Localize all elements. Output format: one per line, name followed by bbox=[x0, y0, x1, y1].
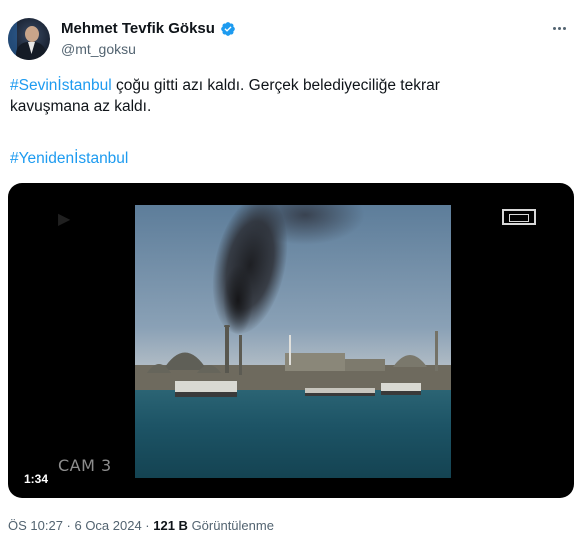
author-handle[interactable]: @mt_goksu bbox=[61, 41, 136, 57]
tweet-timestamp[interactable]: ÖS 10:27 · 6 Oca 2024 · bbox=[8, 518, 153, 533]
ferry bbox=[305, 388, 375, 396]
tweet-meta: ÖS 10:27 · 6 Oca 2024 · 121 B Görüntülen… bbox=[8, 518, 274, 533]
cam-overlay-faint: ▶ bbox=[58, 211, 71, 228]
hashtag-link[interactable]: #Sevinİstanbul bbox=[10, 77, 112, 94]
video-duration-badge: 1:34 bbox=[18, 470, 55, 488]
more-options-icon[interactable] bbox=[547, 18, 571, 38]
ferry bbox=[381, 383, 421, 395]
author-display-name[interactable]: Mehmet Tevfik Göksu bbox=[61, 20, 215, 37]
tweet-text: #Sevinİstanbul çoğu gitti azı kaldı. Ger… bbox=[10, 75, 570, 117]
water bbox=[135, 390, 451, 478]
author-name-row: Mehmet Tevfik Göksu bbox=[61, 20, 236, 37]
tweet-text-line2: kavuşmana az kaldı. bbox=[10, 98, 152, 115]
view-label: Görüntülenme bbox=[187, 518, 274, 533]
video-player[interactable]: ▶ CAM 3 1:34 bbox=[8, 183, 574, 498]
view-count: 121 B bbox=[153, 518, 188, 533]
hashtag-link[interactable]: #Yenidenİstanbul bbox=[10, 150, 128, 167]
cam-label: CAM 3 bbox=[58, 456, 112, 475]
video-frame bbox=[135, 205, 451, 478]
tweet-header: Mehmet Tevfik Göksu @mt_goksu bbox=[8, 16, 579, 62]
avatar[interactable] bbox=[8, 18, 50, 60]
verified-badge-icon bbox=[221, 21, 235, 36]
rec-frame-icon bbox=[502, 209, 536, 225]
tweet-text-line1: çoğu gitti azı kaldı. Gerçek belediyecil… bbox=[111, 77, 440, 94]
ferry bbox=[175, 381, 237, 397]
